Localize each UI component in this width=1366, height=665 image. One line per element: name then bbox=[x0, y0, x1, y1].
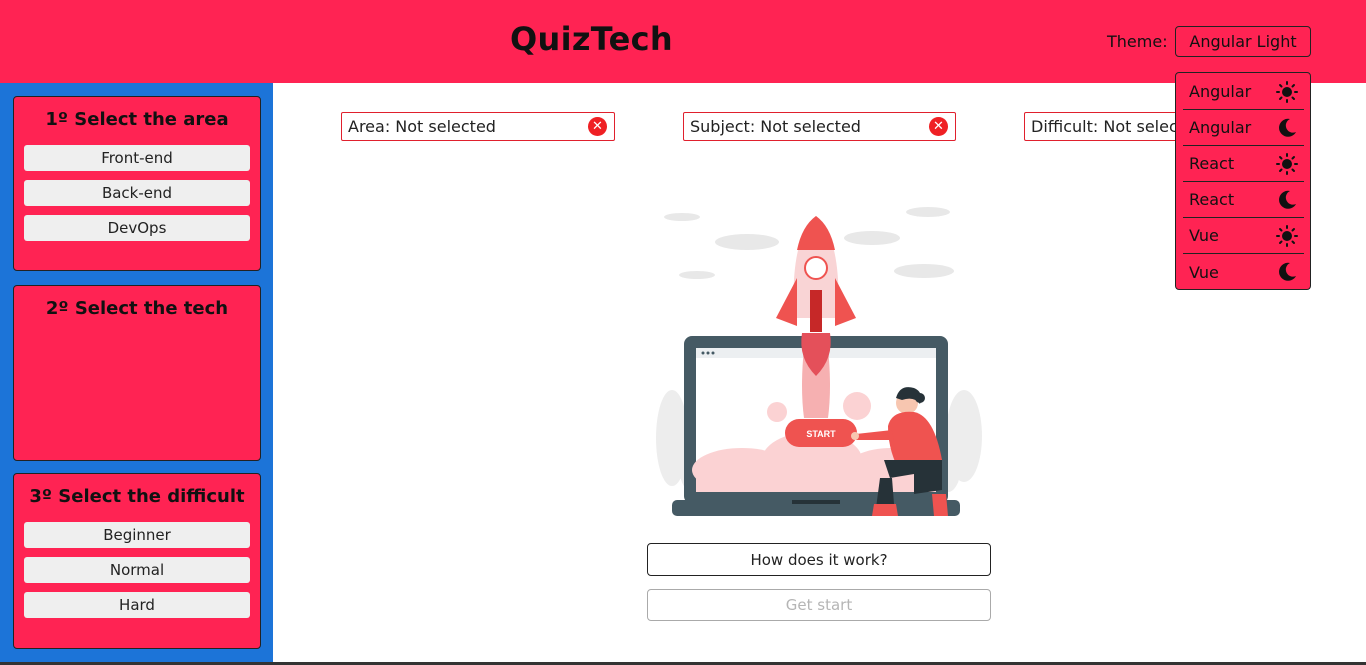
theme-option-angular-light[interactable]: Angular bbox=[1183, 74, 1304, 110]
sidebar: 1º Select the area Front-end Back-end De… bbox=[0, 83, 273, 665]
difficulty-panel: 3º Select the difficult Beginner Normal … bbox=[13, 473, 261, 649]
theme-option-label: React bbox=[1189, 190, 1235, 209]
area-panel: 1º Select the area Front-end Back-end De… bbox=[13, 96, 261, 271]
tech-panel: 2º Select the tech bbox=[13, 285, 261, 461]
moon-icon bbox=[1276, 117, 1298, 139]
area-option-devops[interactable]: DevOps bbox=[24, 215, 250, 241]
theme-option-label: Angular bbox=[1189, 82, 1252, 101]
difficulty-option-normal[interactable]: Normal bbox=[24, 557, 250, 583]
theme-option-react-light[interactable]: React bbox=[1183, 146, 1304, 182]
difficulty-panel-title: 3º Select the difficult bbox=[29, 486, 245, 507]
sun-icon bbox=[1276, 80, 1298, 103]
subject-filter-label: Subject: Not selected bbox=[690, 117, 861, 136]
theme-option-label: Vue bbox=[1189, 262, 1219, 282]
area-filter: Area: Not selected ✕ bbox=[341, 112, 615, 141]
area-panel-title: 1º Select the area bbox=[45, 109, 229, 130]
app-title: QuizTech bbox=[510, 20, 674, 58]
sun-icon bbox=[1276, 224, 1298, 247]
start-pill-label: START bbox=[806, 429, 836, 439]
moon-icon bbox=[1276, 261, 1298, 283]
get-start-button[interactable]: Get start bbox=[647, 589, 991, 621]
theme-option-label: React bbox=[1189, 154, 1235, 173]
clear-area-icon[interactable]: ✕ bbox=[588, 117, 607, 136]
rocket bbox=[776, 216, 856, 332]
difficulty-option-hard[interactable]: Hard bbox=[24, 592, 250, 618]
area-filter-label: Area: Not selected bbox=[348, 117, 496, 136]
area-option-backend[interactable]: Back-end bbox=[24, 180, 250, 206]
theme-option-angular-dark[interactable]: Angular bbox=[1183, 110, 1304, 146]
rocket-launch-illustration: START bbox=[656, 207, 982, 516]
theme-option-react-dark[interactable]: React bbox=[1183, 182, 1304, 218]
area-option-frontend[interactable]: Front-end bbox=[24, 145, 250, 171]
theme-option-label: Vue bbox=[1189, 226, 1219, 245]
theme-select[interactable]: Angular Light bbox=[1175, 26, 1311, 57]
moon-icon bbox=[1276, 189, 1298, 211]
clear-subject-icon[interactable]: ✕ bbox=[929, 117, 948, 136]
sun-icon bbox=[1276, 152, 1298, 175]
theme-option-vue-light[interactable]: Vue bbox=[1183, 218, 1304, 254]
app-header: QuizTech Theme: Angular Light bbox=[0, 0, 1366, 83]
subject-filter: Subject: Not selected ✕ bbox=[683, 112, 956, 141]
theme-option-label: Angular bbox=[1189, 118, 1252, 137]
how-does-it-work-button[interactable]: How does it work? bbox=[647, 543, 991, 576]
tech-panel-title: 2º Select the tech bbox=[45, 298, 229, 319]
theme-dropdown-menu: Angular Angular React React Vue Vue bbox=[1175, 72, 1311, 290]
theme-label: Theme: bbox=[1107, 32, 1168, 51]
theme-option-vue-dark[interactable]: Vue bbox=[1183, 254, 1304, 290]
difficulty-option-beginner[interactable]: Beginner bbox=[24, 522, 250, 548]
